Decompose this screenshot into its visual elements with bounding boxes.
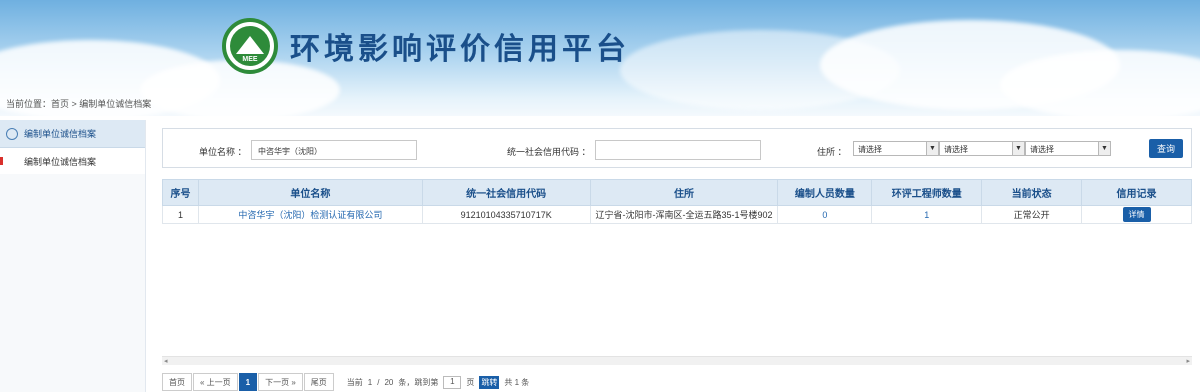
address-label: 住所 ：	[817, 147, 847, 157]
address-cell: 辽宁省-沈阳市-浑南区-全运五路35-1号楼902	[589, 205, 779, 224]
unit-name-link[interactable]: 中咨华宇（沈阳）检测认证有限公司	[197, 205, 423, 224]
slash: /	[377, 377, 380, 387]
active-marker	[0, 157, 3, 165]
chevron-down-icon: ▼	[1012, 142, 1024, 155]
page-suffix: 页	[466, 377, 475, 387]
credit-code-cell: 91210104335710717K	[421, 205, 591, 224]
column-header: 序号	[162, 179, 199, 206]
page-1-button[interactable]: 1	[238, 373, 258, 391]
chevron-down-icon: ▼	[1098, 142, 1110, 155]
current-label: 当前	[346, 377, 363, 387]
search-panel: 单位名称 ： 中咨华宇（沈阳） 统一社会信用代码 ： 住所 ： 请选择 ▼ - …	[162, 128, 1192, 168]
first-page-button[interactable]: 首页	[162, 373, 192, 391]
district-select[interactable]: 请选择 ▼	[1025, 141, 1111, 156]
per-page: 20	[384, 377, 394, 387]
column-header: 单位名称	[197, 179, 423, 206]
sidebar: 编制单位诚信档案 编制单位诚信档案	[0, 120, 146, 392]
province-select[interactable]: 请选择 ▼	[853, 141, 939, 156]
column-header: 信用记录	[1081, 179, 1192, 206]
last-page-button[interactable]: 尾页	[303, 373, 334, 391]
next-page-button[interactable]: 下一页 »	[258, 373, 303, 391]
column-header: 当前状态	[981, 179, 1083, 206]
breadcrumb: 当前位置：首页 > 编制单位诚信档案	[6, 99, 152, 109]
district-select-value: 请选择	[1030, 145, 1054, 154]
sidebar-heading[interactable]: 编制单位诚信档案	[0, 120, 145, 148]
sidebar-item-unit-archive[interactable]: 编制单位诚信档案	[0, 148, 145, 174]
column-header: 环评工程师数量	[871, 179, 983, 206]
mee-logo: MEE	[222, 18, 278, 74]
column-header: 统一社会信用代码	[421, 179, 591, 206]
chevron-down-icon: ▼	[926, 142, 938, 155]
credit-code-input[interactable]	[595, 140, 761, 160]
prev-page-button[interactable]: « 上一页	[193, 373, 238, 391]
user-icon	[6, 127, 18, 140]
total-count: 共 1 条	[504, 377, 530, 387]
table-header-row: 序号 单位名称 统一社会信用代码 住所 编制人员数量 环评工程师数量 当前状态 …	[162, 179, 1192, 206]
sidebar-heading-label: 编制单位诚信档案	[24, 129, 97, 139]
city-select-value: 请选择	[944, 145, 968, 154]
record-cell: 详情	[1081, 205, 1192, 224]
engineer-count-link[interactable]: 1	[871, 205, 983, 224]
per-page-suffix: 条，跳到第	[398, 377, 439, 387]
scroll-right-icon[interactable]: ▸	[1186, 357, 1190, 365]
site-header: MEE 环境影响评价信用平台 当前位置：首页 > 编制单位诚信档案	[0, 0, 1200, 116]
staff-count-link[interactable]: 0	[777, 205, 873, 224]
city-select[interactable]: 请选择 ▼	[939, 141, 1025, 156]
current-page: 1	[367, 377, 373, 387]
query-button[interactable]: 查询	[1149, 139, 1183, 158]
table-row: 1 中咨华宇（沈阳）检测认证有限公司 91210104335710717K 辽宁…	[162, 205, 1192, 224]
sidebar-item-label: 编制单位诚信档案	[24, 156, 97, 167]
unit-name-label: 单位名称 ：	[199, 147, 247, 157]
row-index: 1	[162, 205, 199, 224]
column-header: 住所	[589, 179, 779, 206]
logo-text: MEE	[242, 56, 258, 63]
detail-button[interactable]: 详情	[1122, 207, 1151, 222]
results-table: 序号 单位名称 统一社会信用代码 住所 编制人员数量 环评工程师数量 当前状态 …	[162, 179, 1192, 224]
jump-page-input[interactable]: 1	[443, 375, 462, 389]
page-info: 当前 1 / 20 条，跳到第 1 页 跳转 共 1 条	[346, 375, 535, 389]
column-header: 编制人员数量	[777, 179, 873, 206]
unit-name-input[interactable]: 中咨华宇（沈阳）	[251, 140, 417, 160]
status-cell: 正常公开	[981, 205, 1083, 224]
pagination: 首页 « 上一页 1 下一页 » 尾页 当前 1 / 20 条，跳到第 1 页 …	[162, 372, 534, 392]
main-content: 单位名称 ： 中咨华宇（沈阳） 统一社会信用代码 ： 住所 ： 请选择 ▼ - …	[150, 120, 1198, 392]
province-select-value: 请选择	[858, 145, 882, 154]
site-title: 环境影响评价信用平台	[290, 32, 630, 67]
credit-code-label: 统一社会信用代码 ：	[507, 147, 591, 157]
horizontal-scrollbar[interactable]: ◂ ▸	[162, 356, 1192, 365]
jump-button[interactable]: 跳转	[479, 375, 500, 389]
scroll-left-icon[interactable]: ◂	[164, 357, 168, 365]
